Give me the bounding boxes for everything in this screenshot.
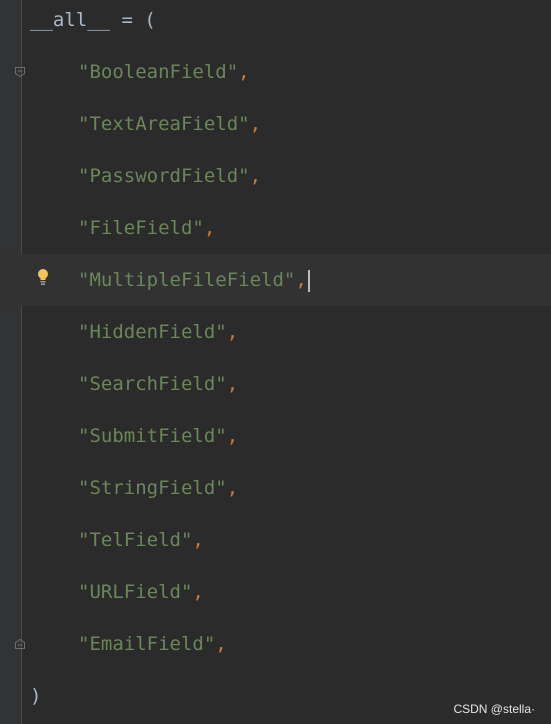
comma: , (238, 61, 250, 83)
text-caret (307, 269, 310, 292)
string-literal: "SubmitField" (78, 425, 227, 447)
comma: , (226, 373, 239, 395)
string-literal: "PasswordField" (78, 165, 250, 187)
string-literal: "MultipleFileField" (78, 269, 296, 291)
watermark: CSDN @stella· (453, 702, 535, 716)
code-editor[interactable]: __all__ = ( "BooleanField", "TextAreaFie… (0, 0, 551, 724)
comma: , (192, 529, 204, 551)
comma: , (249, 165, 262, 187)
string-literal: "StringField" (78, 477, 227, 499)
code-line[interactable]: __all__ = ( (0, 0, 551, 46)
code-line[interactable]: "StringField", (0, 462, 551, 514)
code-line[interactable]: "BooleanField", (0, 46, 551, 98)
string-literal: "BooleanField" (78, 61, 239, 83)
code-line[interactable]: "HiddenField", (0, 306, 551, 358)
code-line[interactable]: "TextAreaField", (0, 98, 551, 150)
code-line[interactable]: "FileField", (0, 202, 551, 254)
string-literal: "URLField" (78, 581, 193, 603)
string-literal: "EmailField" (78, 633, 216, 655)
comma: , (226, 477, 239, 499)
string-literal: "TelField" (78, 529, 193, 551)
code-line[interactable]: "URLField", (0, 566, 551, 618)
code-line[interactable]: "SubmitField", (0, 410, 551, 462)
code-line[interactable]: "TelField", (0, 514, 551, 566)
comma: , (295, 269, 307, 291)
string-literal: "FileField" (78, 217, 204, 239)
comma: , (249, 113, 262, 135)
fold-icon[interactable] (14, 66, 26, 78)
fold-icon[interactable] (14, 638, 26, 650)
comma: , (226, 321, 239, 343)
lightbulb-icon[interactable] (36, 268, 50, 286)
current-code-line[interactable]: "MultipleFileField", (0, 254, 551, 306)
all-assignment: __all__ = ( (30, 9, 156, 31)
comma: , (215, 633, 227, 655)
comma: , (203, 217, 216, 239)
code-line[interactable]: "EmailField", (0, 618, 551, 670)
string-literal: "SearchField" (78, 373, 227, 395)
comma: , (192, 581, 204, 603)
comma: , (226, 425, 239, 447)
code-line[interactable]: "SearchField", (0, 358, 551, 410)
closing-paren: ) (30, 685, 42, 707)
string-literal: "HiddenField" (78, 321, 227, 343)
code-line[interactable]: "PasswordField", (0, 150, 551, 202)
string-literal: "TextAreaField" (78, 113, 250, 135)
